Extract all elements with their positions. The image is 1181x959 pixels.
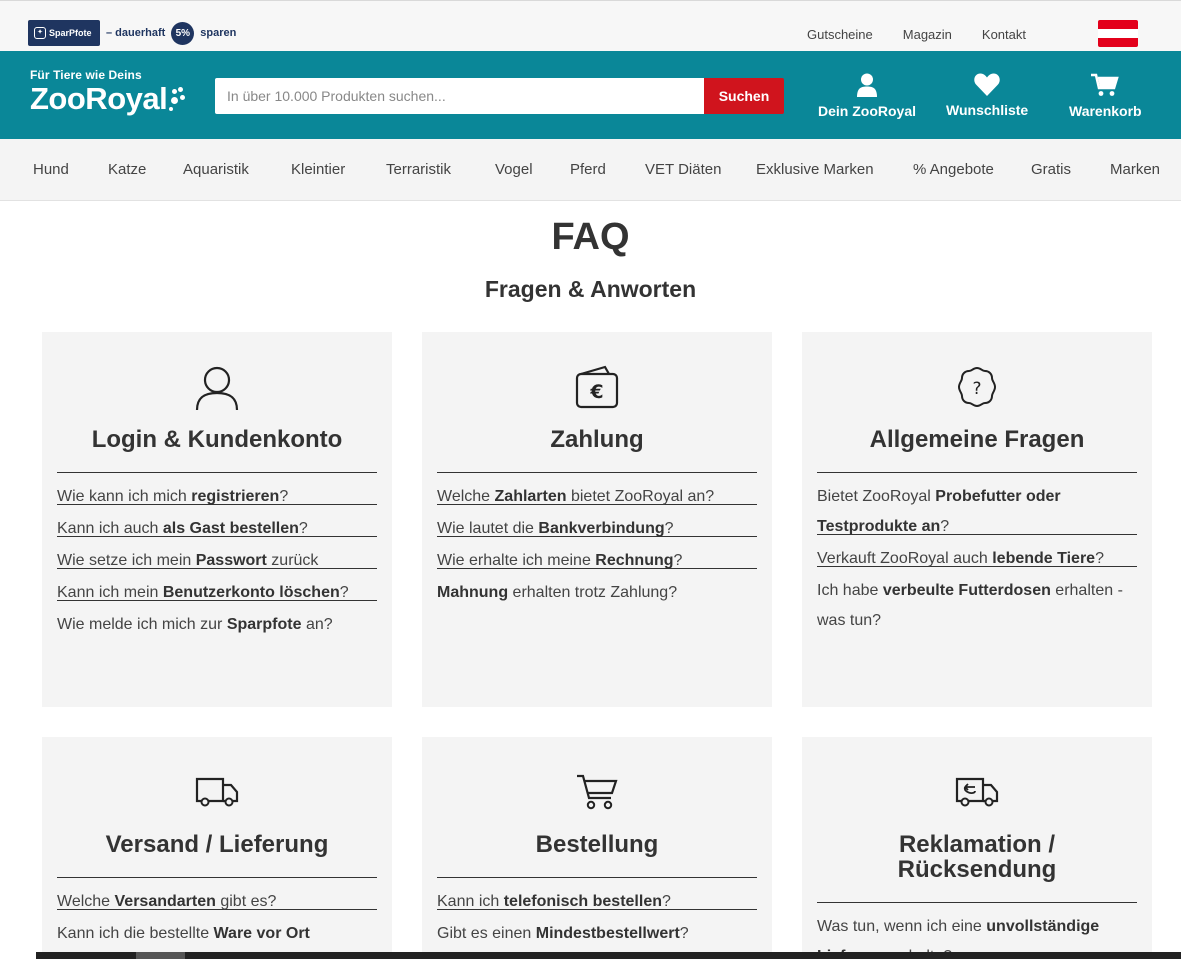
wishlist-label: Wunschliste — [946, 102, 1029, 118]
cart-label: Warenkorb — [1069, 103, 1142, 119]
card-title: Login & Kundenkonto — [91, 426, 343, 453]
nav-item-terraristik[interactable]: Terraristik — [386, 161, 451, 178]
link-magazin[interactable]: Magazin — [903, 27, 952, 42]
faq-list: Was tun, wenn ich eine unvollständige Li… — [817, 902, 1137, 959]
page-title: FAQ — [551, 216, 630, 258]
page-subtitle: Fragen & Anworten — [484, 276, 697, 302]
nav-item-vet-diaeten[interactable]: VET Diäten — [645, 161, 721, 178]
user-icon — [195, 366, 239, 411]
nav-item-marken[interactable]: Marken — [1110, 161, 1160, 178]
main-header: Für Tiere wie Deins ZooRoyal Suchen Dein… — [0, 51, 1181, 139]
card-title: Bestellung — [535, 831, 659, 858]
faq-card-versand: Versand / Lieferung Welche Versandarten … — [42, 737, 392, 959]
paw-dots-icon — [169, 87, 186, 117]
sparpfote-percent-badge: 5% — [171, 21, 195, 45]
zooroyal-logo[interactable]: Für Tiere wie Deins ZooRoyal — [30, 68, 186, 117]
category-nav: Hund Katze Aquaristik Kleintier Terraris… — [0, 139, 1181, 201]
account-label: Dein ZooRoyal — [818, 103, 917, 119]
faq-link[interactable]: Ich habe verbeulte Futterdosen erhalten … — [817, 566, 1137, 646]
faq-list: Welche Versandarten gibt es? Kann ich di… — [57, 877, 377, 959]
delivery-truck-icon — [195, 777, 239, 807]
faq-list: Bietet ZooRoyal Probefutter oder Testpro… — [817, 472, 1137, 646]
search-button[interactable]: Suchen — [704, 78, 784, 114]
cart-button[interactable]: Warenkorb — [1069, 73, 1142, 119]
faq-list: Wie kann ich mich registrieren? Kann ich… — [57, 472, 377, 650]
nav-item-vogel[interactable]: Vogel — [495, 161, 533, 178]
faq-link[interactable]: Was tun, wenn ich eine unvollständige Li… — [817, 902, 1137, 959]
svg-text:?: ? — [972, 379, 981, 399]
return-truck-icon — [955, 777, 999, 807]
nav-item-hund[interactable]: Hund — [33, 161, 69, 178]
heart-icon — [974, 73, 1000, 96]
sparpfote-text: – dauerhaft — [106, 27, 166, 39]
nav-item-pferd[interactable]: Pferd — [570, 161, 606, 178]
faq-card-login: Login & Kundenkonto Wie kann ich mich re… — [42, 332, 392, 707]
faq-card-zahlung: € Zahlung Welche Zahlarten bietet ZooRoy… — [422, 332, 772, 707]
nav-item-katze[interactable]: Katze — [108, 161, 146, 178]
sparpfote-logo-text: SparPfote — [49, 28, 92, 38]
sparpfote-logo: ✦ SparPfote — [28, 20, 100, 46]
wallet-euro-icon: € — [575, 365, 619, 409]
nav-item-aquaristik[interactable]: Aquaristik — [183, 161, 249, 178]
user-icon — [857, 73, 877, 97]
scrollbar-thumb[interactable] — [136, 952, 185, 959]
faq-card-bestellung: Bestellung Kann ich telefonisch bestelle… — [422, 737, 772, 959]
logo-tagline: Für Tiere wie Deins — [30, 68, 142, 82]
question-bubble-icon: ? — [957, 366, 997, 408]
faq-card-reklamation: Reklamation / Rücksendung Was tun, wenn … — [802, 737, 1152, 959]
faq-list: Kann ich telefonisch bestellen? Gibt es … — [437, 877, 757, 959]
austria-flag-icon[interactable] — [1098, 20, 1138, 47]
link-gutscheine[interactable]: Gutscheine — [807, 27, 873, 42]
sparpfote-banner[interactable]: ✦ SparPfote – dauerhaft 5% sparen — [28, 20, 236, 46]
shopping-cart-icon — [577, 774, 618, 810]
nav-item-kleintier[interactable]: Kleintier — [291, 161, 345, 178]
card-title: Reklamation / Rücksendung — [897, 831, 1057, 883]
paw-icon: ✦ — [34, 27, 46, 39]
search-bar: Suchen — [215, 78, 784, 114]
top-bar: ✦ SparPfote – dauerhaft 5% sparen Gutsch… — [0, 0, 1181, 51]
nav-item-exklusive-marken[interactable]: Exklusive Marken — [756, 161, 874, 178]
search-input[interactable] — [215, 78, 704, 114]
card-title: Allgemeine Fragen — [869, 426, 1085, 453]
faq-card-allgemein: ? Allgemeine Fragen Bietet ZooRoyal Prob… — [802, 332, 1152, 707]
nav-item-gratis[interactable]: Gratis — [1031, 161, 1071, 178]
wishlist-button[interactable]: Wunschliste — [946, 73, 1028, 118]
link-kontakt[interactable]: Kontakt — [982, 27, 1026, 42]
card-title: Zahlung — [550, 426, 644, 453]
faq-list: Welche Zahlarten bietet ZooRoyal an? Wie… — [437, 472, 757, 618]
sparpfote-suffix: sparen — [200, 27, 237, 39]
nav-item-angebote[interactable]: % Angebote — [913, 161, 994, 178]
card-title: Versand / Lieferung — [105, 831, 329, 858]
logo-brand-name: ZooRoyal — [30, 81, 168, 116]
top-links: Gutscheine Magazin Kontakt — [807, 27, 1026, 42]
cart-icon — [1091, 73, 1120, 96]
svg-text:€: € — [589, 381, 603, 403]
account-button[interactable]: Dein ZooRoyal — [818, 73, 916, 119]
horizontal-scrollbar[interactable] — [36, 952, 1181, 959]
